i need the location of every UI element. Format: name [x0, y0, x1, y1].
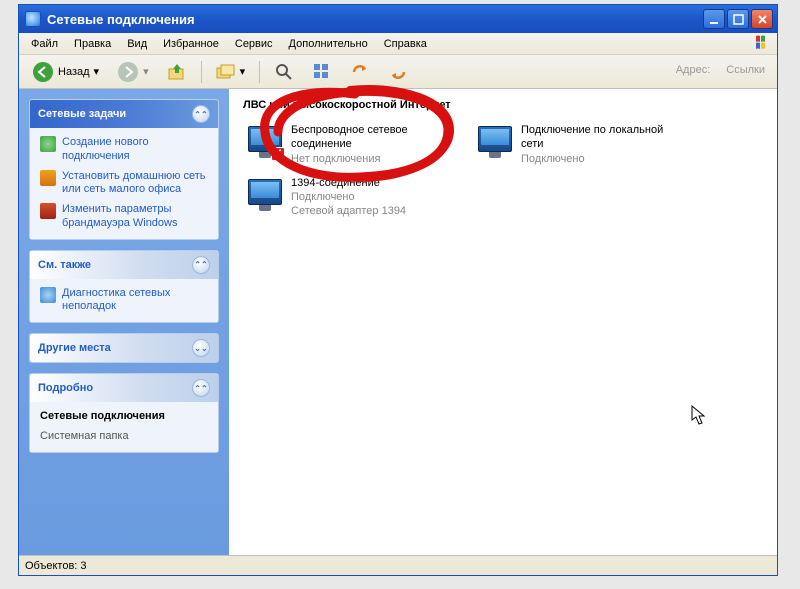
connection-icon: ✕: [245, 123, 285, 163]
views-button[interactable]: [305, 58, 339, 86]
details-name: Сетевые подключения: [40, 410, 208, 424]
connection-adapter: Сетевой адаптер 1394: [291, 204, 406, 218]
connection-name: Подключение по локальной сети: [521, 123, 681, 152]
body: Сетевые задачи ⌃⌃ Создание нового подклю…: [19, 89, 777, 555]
menu-favorites[interactable]: Избранное: [155, 35, 227, 53]
link-diagnostics[interactable]: Диагностика сетевых неполадок: [40, 287, 208, 315]
connection-lan[interactable]: Подключение по локальной сети Подключено: [473, 121, 683, 168]
connection-icon: [475, 123, 515, 163]
task-firewall-settings[interactable]: Изменить параметры брандмауэра Windows: [40, 203, 208, 231]
forward-icon: [117, 61, 139, 83]
windows-flag-icon: [755, 35, 773, 51]
panel-title: Другие места: [38, 342, 111, 354]
connection-status: Нет подключения: [291, 152, 451, 166]
statusbar: Объектов: 3: [19, 555, 777, 575]
menubar: Файл Правка Вид Избранное Сервис Дополни…: [19, 33, 777, 55]
search-icon: [274, 62, 294, 82]
panel-network-tasks: Сетевые задачи ⌃⌃ Создание нового подклю…: [29, 99, 219, 240]
panel-title: См. также: [38, 259, 91, 271]
chevron-up-icon[interactable]: ⌃⌃: [192, 379, 210, 397]
connection-icon: [245, 176, 285, 216]
chevron-up-icon[interactable]: ⌃⌃: [192, 105, 210, 123]
error-badge-icon: ✕: [271, 147, 285, 161]
sync-button[interactable]: [343, 58, 377, 86]
chevron-up-icon[interactable]: ⌃⌃: [192, 256, 210, 274]
task-create-connection[interactable]: Создание нового подключения: [40, 136, 208, 164]
connection-1394[interactable]: 1394-соединение Подключено Сетевой адапт…: [243, 174, 453, 221]
window-title: Сетевые подключения: [47, 12, 195, 27]
menu-help[interactable]: Справка: [376, 35, 435, 53]
home-network-icon: [40, 170, 56, 186]
chevron-down-icon[interactable]: ⌄⌄: [192, 339, 210, 357]
maximize-button[interactable]: [727, 9, 749, 29]
connection-wireless[interactable]: ✕ Беспроводное сетевое соединение Нет по…: [243, 121, 453, 168]
address-label: Адрес:: [670, 61, 717, 79]
panel-title: Сетевые задачи: [38, 108, 126, 120]
back-icon: [32, 61, 54, 83]
links-label[interactable]: Ссылки: [720, 61, 771, 79]
task-setup-network[interactable]: Установить домашнюю сеть или сеть малого…: [40, 170, 208, 198]
panel-title: Подробно: [38, 382, 93, 394]
connection-name: Беспроводное сетевое соединение: [291, 123, 451, 152]
panel-other-places: Другие места ⌄⌄: [29, 333, 219, 363]
panel-header[interactable]: Другие места ⌄⌄: [30, 334, 218, 362]
window: Сетевые подключения Файл Правка Вид Избр…: [18, 4, 778, 576]
refresh-icon: [388, 62, 408, 82]
menu-view[interactable]: Вид: [119, 35, 155, 53]
menu-advanced[interactable]: Дополнительно: [281, 35, 376, 53]
refresh-button[interactable]: [381, 58, 415, 86]
firewall-icon: [40, 203, 56, 219]
panel-see-also: См. также ⌃⌃ Диагностика сетевых неполад…: [29, 250, 219, 324]
details-type: Системная папка: [40, 430, 208, 444]
content-pane[interactable]: ЛВС или высокоскоростной Интернет ✕ Бесп…: [229, 89, 777, 555]
connection-status: Подключено: [521, 152, 681, 166]
window-buttons: [703, 9, 773, 29]
dropdown-icon: ▾: [94, 65, 100, 78]
network-connections-icon: [25, 11, 41, 27]
dropdown-icon: ▾: [240, 65, 246, 78]
forward-button[interactable]: ▾: [110, 57, 156, 87]
panel-header[interactable]: Подробно ⌃⌃: [30, 374, 218, 402]
menu-edit[interactable]: Правка: [66, 35, 119, 53]
panel-header[interactable]: Сетевые задачи ⌃⌃: [30, 100, 218, 128]
folders-icon: [216, 62, 236, 82]
titlebar[interactable]: Сетевые подключения: [19, 5, 777, 33]
back-label: Назад: [58, 66, 90, 78]
group-header: ЛВС или высокоскоростной Интернет: [243, 99, 763, 113]
cursor-icon: [691, 405, 707, 427]
toolbar: Назад ▾ ▾ ▾ Адрес: Ссылки: [19, 55, 777, 89]
sync-icon: [350, 62, 370, 82]
minimize-button[interactable]: [703, 9, 725, 29]
back-button[interactable]: Назад ▾: [25, 57, 106, 87]
sidebar: Сетевые задачи ⌃⌃ Создание нового подклю…: [19, 89, 229, 555]
connection-name: 1394-соединение: [291, 176, 406, 190]
status-text: Объектов: 3: [25, 560, 87, 572]
folders-button[interactable]: ▾: [209, 58, 253, 86]
folder-up-icon: [167, 62, 187, 82]
menu-file[interactable]: Файл: [23, 35, 66, 53]
new-connection-icon: [40, 136, 56, 152]
views-icon: [312, 62, 332, 82]
close-button[interactable]: [751, 9, 773, 29]
search-button[interactable]: [267, 58, 301, 86]
panel-header[interactable]: См. также ⌃⌃: [30, 251, 218, 279]
dropdown-icon: ▾: [143, 65, 149, 78]
panel-details: Подробно ⌃⌃ Сетевые подключения Системна…: [29, 373, 219, 453]
connection-status: Подключено: [291, 190, 406, 204]
menu-tools[interactable]: Сервис: [227, 35, 281, 53]
info-icon: [40, 287, 56, 303]
up-button[interactable]: [160, 58, 194, 86]
